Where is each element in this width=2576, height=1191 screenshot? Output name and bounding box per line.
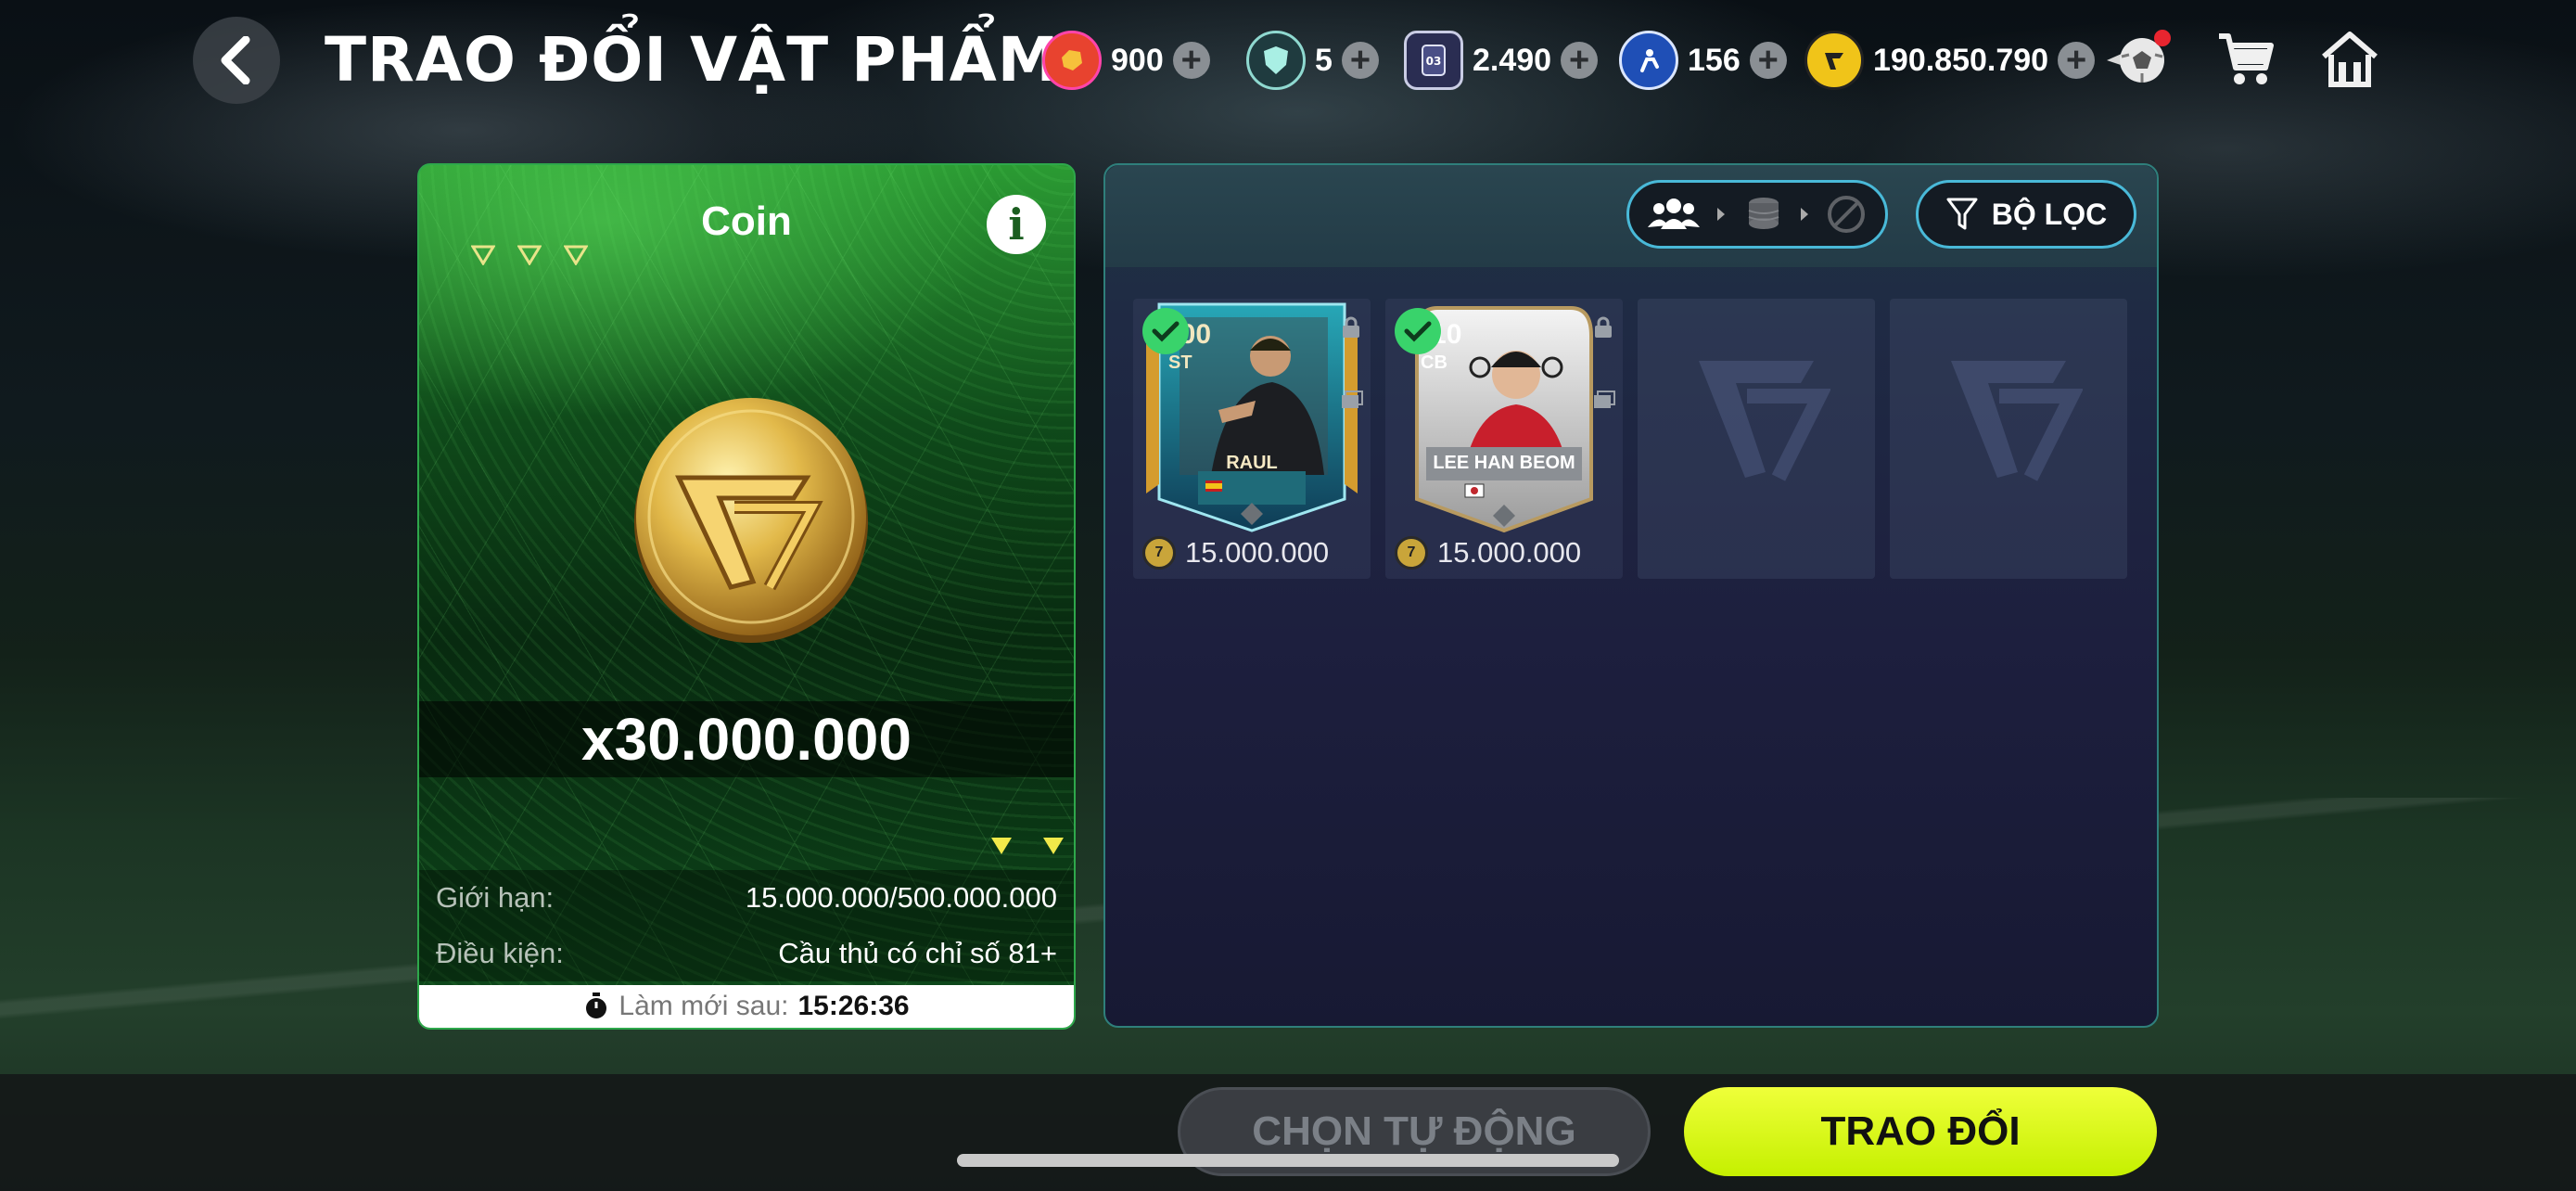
player-position: CB	[1421, 352, 1447, 373]
chevron-left-icon	[221, 36, 250, 84]
currency-player-token: 156 +	[1619, 28, 1787, 93]
svg-text:03: 03	[1426, 55, 1442, 68]
player-slot[interactable]: 100 ST RAUL 7 15.000.000	[1133, 299, 1371, 579]
player-price: 7 15.000.000	[1395, 536, 1581, 570]
currency-value: 900	[1111, 42, 1164, 78]
players-icon	[1648, 198, 1701, 229]
currency-shield-token: 5 +	[1246, 28, 1379, 93]
triangle-icon	[517, 245, 542, 265]
add-card-token-button[interactable]: +	[1561, 42, 1599, 79]
cart-icon	[2219, 33, 2274, 84]
chevron-right-icon	[1801, 208, 1809, 221]
filter-button[interactable]: BỘ LỌC	[1916, 180, 2136, 249]
triangle-icon	[1043, 838, 1064, 854]
card-stack-icon	[1342, 391, 1363, 408]
filter-icon	[1946, 198, 1978, 230]
home-indicator	[957, 1154, 1619, 1167]
sort-order-toggle[interactable]	[1626, 180, 1888, 249]
decor-triangles	[990, 837, 1065, 855]
triangle-icon	[991, 838, 1012, 854]
page-title: TRAO ĐỔI VẬT PHẨM	[325, 24, 1060, 96]
fc-logo-icon	[1699, 360, 1830, 481]
fc-logo-icon	[1951, 360, 2083, 481]
player-position: ST	[1168, 352, 1192, 373]
reward-card: Coin i x30.000.000 Giới hạn: 15.000.000/…	[417, 163, 1076, 1030]
currency-value: 2.490	[1473, 42, 1552, 78]
limit-label: Giới hạn:	[436, 881, 555, 914]
player-name: RAUL	[1226, 453, 1278, 473]
currency-value: 190.850.790	[1873, 42, 2049, 78]
refresh-time: 15:26:36	[797, 991, 910, 1021]
ball-notification-button[interactable]	[2103, 24, 2174, 95]
stopwatch-icon	[586, 992, 607, 1018]
triangle-icon	[564, 245, 588, 265]
add-fc-coin-button[interactable]: +	[2058, 42, 2096, 79]
player-selection-panel: BỘ LỌC 100 ST RAUL	[1103, 163, 2159, 1028]
decor-triangles	[471, 245, 588, 265]
selected-check-icon	[1395, 308, 1441, 354]
currency-fc-coin: 190.850.790 +	[1804, 28, 2096, 93]
limit-value: 15.000.000/500.000.000	[745, 881, 1057, 914]
add-shield-token-button[interactable]: +	[1341, 42, 1379, 79]
fc-coin-icon	[634, 398, 868, 643]
no-coin-icon	[1827, 196, 1865, 233]
empty-player-slot[interactable]	[1890, 299, 2127, 579]
player-slot[interactable]: 110 CB LEE HAN BEOM 7 15.000.000	[1385, 299, 1623, 579]
card-stack-icon	[1594, 391, 1615, 408]
add-player-token-button[interactable]: +	[1749, 42, 1787, 79]
currency-red-token: 900 +	[1042, 28, 1210, 93]
player-card[interactable]: 110 CB LEE HAN BEOM 7 15.000.000	[1385, 299, 1623, 579]
fc-coin-icon: 7	[1142, 536, 1176, 570]
fc-coin-icon: 7	[1395, 536, 1428, 570]
selected-check-icon	[1142, 308, 1189, 354]
reward-info: Giới hạn: 15.000.000/500.000.000 Điều ki…	[419, 870, 1074, 981]
reward-title: Coin	[701, 198, 792, 244]
refresh-label: Làm mới sau:	[618, 991, 789, 1021]
filter-label: BỘ LỌC	[1991, 197, 2108, 231]
player-price: 7 15.000.000	[1142, 536, 1329, 570]
trade-button[interactable]: TRAO ĐỔI	[1684, 1087, 2157, 1176]
player-card[interactable]: 100 ST RAUL 7 15.000.000	[1133, 299, 1371, 579]
price-value: 15.000.000	[1185, 536, 1330, 569]
soccer-ball-icon	[2107, 30, 2171, 83]
condition-row: Điều kiện: Cầu thủ có chỉ số 81+	[419, 926, 1074, 981]
refresh-timer: Làm mới sau: 15:26:36	[419, 985, 1074, 1028]
red-token-icon	[1042, 31, 1102, 90]
player-name: LEE HAN BEOM	[1433, 453, 1575, 473]
currency-card-token: 03 2.490 +	[1404, 28, 1599, 93]
price-value: 15.000.000	[1437, 536, 1582, 569]
shield-token-icon	[1246, 31, 1306, 90]
add-red-token-button[interactable]: +	[1172, 42, 1210, 79]
shop-button[interactable]	[2211, 24, 2281, 95]
lock-icon	[1343, 316, 1359, 338]
card-token-icon: 03	[1404, 31, 1463, 90]
coin-stack-icon	[1748, 198, 1779, 229]
coin-image	[631, 392, 872, 643]
back-button[interactable]	[193, 17, 280, 104]
limit-row: Giới hạn: 15.000.000/500.000.000	[419, 870, 1074, 926]
home-button[interactable]	[2315, 24, 2385, 95]
reward-amount: x30.000.000	[419, 701, 1074, 777]
triangle-icon	[471, 245, 495, 265]
chevron-right-icon	[1716, 208, 1725, 221]
condition-value: Cầu thủ có chỉ số 81+	[778, 937, 1057, 969]
currency-value: 156	[1688, 42, 1741, 78]
lock-icon	[1595, 316, 1612, 338]
fc-coin-icon	[1804, 31, 1864, 90]
empty-player-slot[interactable]	[1638, 299, 1875, 579]
player-token-icon	[1619, 31, 1678, 90]
home-icon	[2322, 32, 2378, 87]
condition-label: Điều kiện:	[436, 937, 564, 969]
currency-value: 5	[1315, 42, 1333, 78]
info-icon[interactable]: i	[987, 195, 1046, 254]
